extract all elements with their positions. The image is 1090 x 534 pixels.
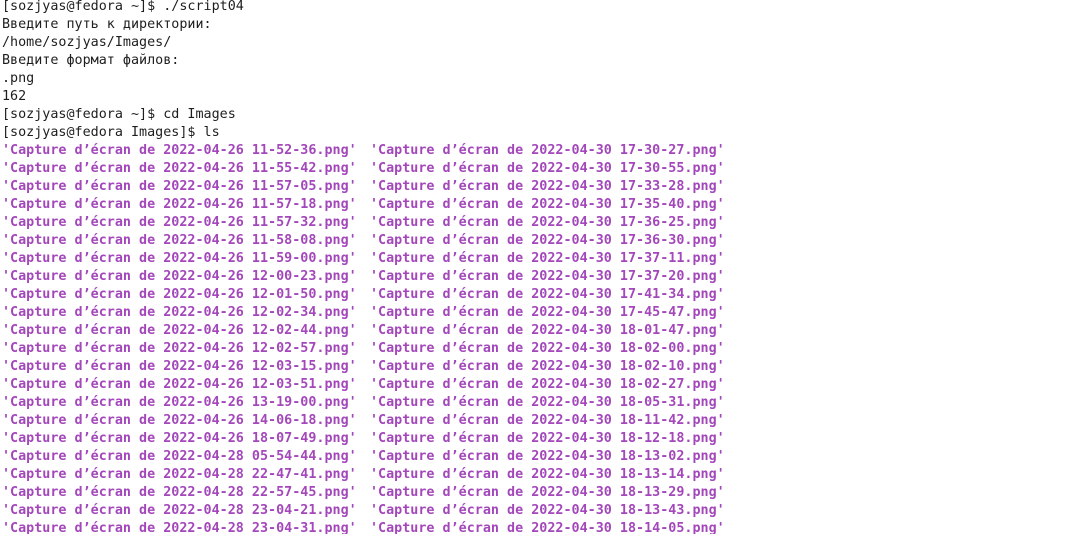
script-result-count: 162 bbox=[2, 89, 27, 104]
command-line-cd: [sozjyas@fedora ~]$ cd Images bbox=[2, 107, 236, 122]
file-name: 'Capture d’écran de 2022-04-30 17-36-30.… bbox=[370, 233, 725, 248]
prompt-directory-path: Введите путь к директории: bbox=[2, 17, 212, 32]
ls-row: 'Capture d’écran de 2022-04-28 05-54-44.… bbox=[2, 448, 1090, 466]
ls-row: 'Capture d’écran de 2022-04-26 12-00-23.… bbox=[2, 268, 1090, 286]
file-name: 'Capture d’écran de 2022-04-26 12-00-23.… bbox=[2, 269, 357, 284]
ls-row: 'Capture d’écran de 2022-04-26 13-19-00.… bbox=[2, 394, 1090, 412]
ls-row: 'Capture d’écran de 2022-04-26 11-55-42.… bbox=[2, 160, 1090, 178]
file-name: 'Capture d’écran de 2022-04-26 13-19-00.… bbox=[2, 395, 357, 410]
terminal-output: [sozjyas@fedora ~]$ ./script04 Введите п… bbox=[2, 0, 1090, 534]
file-name: 'Capture d’écran de 2022-04-30 17-30-27.… bbox=[370, 143, 725, 158]
command-line-ls: [sozjyas@fedora Images]$ ls bbox=[2, 125, 220, 140]
file-name: 'Capture d’écran de 2022-04-30 18-11-42.… bbox=[370, 413, 725, 428]
file-name: 'Capture d’écran de 2022-04-26 18-07-49.… bbox=[2, 431, 357, 446]
file-name: 'Capture d’écran de 2022-04-26 12-03-51.… bbox=[2, 377, 357, 392]
file-name: 'Capture d’écran de 2022-04-30 17-30-55.… bbox=[370, 161, 725, 176]
ls-row: 'Capture d’écran de 2022-04-26 11-52-36.… bbox=[2, 142, 1090, 160]
file-name: 'Capture d’écran de 2022-04-26 12-01-50.… bbox=[2, 287, 357, 302]
ls-row: 'Capture d’écran de 2022-04-26 12-02-34.… bbox=[2, 304, 1090, 322]
file-name: 'Capture d’écran de 2022-04-28 05-54-44.… bbox=[2, 449, 357, 464]
file-name: 'Capture d’écran de 2022-04-30 17-45-47.… bbox=[370, 305, 725, 320]
ls-row: 'Capture d’écran de 2022-04-26 14-06-18.… bbox=[2, 412, 1090, 430]
ls-row: 'Capture d’écran de 2022-04-28 23-04-21.… bbox=[2, 502, 1090, 520]
ls-row: 'Capture d’écran de 2022-04-26 11-57-18.… bbox=[2, 196, 1090, 214]
ls-row: 'Capture d’écran de 2022-04-26 18-07-49.… bbox=[2, 430, 1090, 448]
file-name: 'Capture d’écran de 2022-04-30 17-37-20.… bbox=[370, 269, 725, 284]
ls-output: 'Capture d’écran de 2022-04-26 11-52-36.… bbox=[2, 142, 1090, 534]
file-name: 'Capture d’écran de 2022-04-30 17-33-28.… bbox=[370, 179, 725, 194]
file-name: 'Capture d’écran de 2022-04-28 23-04-31.… bbox=[2, 521, 357, 534]
input-file-format: .png bbox=[2, 71, 35, 86]
ls-row: 'Capture d’écran de 2022-04-26 11-58-08.… bbox=[2, 232, 1090, 250]
file-name: 'Capture d’écran de 2022-04-26 11-52-36.… bbox=[2, 143, 357, 158]
input-directory-path: /home/sozjyas/Images/ bbox=[2, 35, 172, 50]
file-name: 'Capture d’écran de 2022-04-26 12-03-15.… bbox=[2, 359, 357, 374]
file-name: 'Capture d’écran de 2022-04-30 18-13-14.… bbox=[370, 467, 725, 482]
ls-row: 'Capture d’écran de 2022-04-26 12-01-50.… bbox=[2, 286, 1090, 304]
file-name: 'Capture d’écran de 2022-04-30 18-02-27.… bbox=[370, 377, 725, 392]
prompt-file-format: Введите формат файлов: bbox=[2, 53, 180, 68]
file-name: 'Capture d’écran de 2022-04-28 22-47-41.… bbox=[2, 467, 357, 482]
ls-row: 'Capture d’écran de 2022-04-28 23-04-31.… bbox=[2, 520, 1090, 534]
file-name: 'Capture d’écran de 2022-04-26 11-57-05.… bbox=[2, 179, 357, 194]
file-name: 'Capture d’écran de 2022-04-30 18-13-43.… bbox=[370, 503, 725, 518]
file-name: 'Capture d’écran de 2022-04-30 17-36-25.… bbox=[370, 215, 725, 230]
ls-row: 'Capture d’écran de 2022-04-26 11-57-32.… bbox=[2, 214, 1090, 232]
file-name: 'Capture d’écran de 2022-04-26 11-58-08.… bbox=[2, 233, 357, 248]
ls-row: 'Capture d’écran de 2022-04-26 12-03-51.… bbox=[2, 376, 1090, 394]
ls-row: 'Capture d’écran de 2022-04-28 22-57-45.… bbox=[2, 484, 1090, 502]
file-name: 'Capture d’écran de 2022-04-28 23-04-21.… bbox=[2, 503, 357, 518]
file-name: 'Capture d’écran de 2022-04-26 12-02-57.… bbox=[2, 341, 357, 356]
file-name: 'Capture d’écran de 2022-04-26 12-02-44.… bbox=[2, 323, 357, 338]
file-name: 'Capture d’écran de 2022-04-30 18-02-00.… bbox=[370, 341, 725, 356]
ls-row: 'Capture d’écran de 2022-04-28 22-47-41.… bbox=[2, 466, 1090, 484]
file-name: 'Capture d’écran de 2022-04-26 14-06-18.… bbox=[2, 413, 357, 428]
ls-row: 'Capture d’écran de 2022-04-26 12-03-15.… bbox=[2, 358, 1090, 376]
ls-row: 'Capture d’écran de 2022-04-26 11-57-05.… bbox=[2, 178, 1090, 196]
ls-row: 'Capture d’écran de 2022-04-26 11-59-00.… bbox=[2, 250, 1090, 268]
ls-row: 'Capture d’écran de 2022-04-26 12-02-44.… bbox=[2, 322, 1090, 340]
file-name: 'Capture d’écran de 2022-04-26 11-57-32.… bbox=[2, 215, 357, 230]
file-name: 'Capture d’écran de 2022-04-26 11-57-18.… bbox=[2, 197, 357, 212]
file-name: 'Capture d’écran de 2022-04-30 18-13-29.… bbox=[370, 485, 725, 500]
file-name: 'Capture d’écran de 2022-04-30 17-37-11.… bbox=[370, 251, 725, 266]
command-line-run-script: [sozjyas@fedora ~]$ ./script04 bbox=[2, 0, 244, 14]
terminal-window[interactable]: [sozjyas@fedora ~]$ ./script04 Введите п… bbox=[0, 0, 1090, 534]
file-name: 'Capture d’écran de 2022-04-30 18-01-47.… bbox=[370, 323, 725, 338]
file-name: 'Capture d’écran de 2022-04-30 18-13-02.… bbox=[370, 449, 725, 464]
file-name: 'Capture d’écran de 2022-04-30 18-12-18.… bbox=[370, 431, 725, 446]
file-name: 'Capture d’écran de 2022-04-28 22-57-45.… bbox=[2, 485, 357, 500]
file-name: 'Capture d’écran de 2022-04-30 18-02-10.… bbox=[370, 359, 725, 374]
file-name: 'Capture d’écran de 2022-04-30 18-05-31.… bbox=[370, 395, 725, 410]
ls-row: 'Capture d’écran de 2022-04-26 12-02-57.… bbox=[2, 340, 1090, 358]
file-name: 'Capture d’écran de 2022-04-30 17-41-34.… bbox=[370, 287, 725, 302]
file-name: 'Capture d’écran de 2022-04-26 12-02-34.… bbox=[2, 305, 357, 320]
file-name: 'Capture d’écran de 2022-04-30 18-14-05.… bbox=[370, 521, 725, 534]
file-name: 'Capture d’écran de 2022-04-26 11-59-00.… bbox=[2, 251, 357, 266]
file-name: 'Capture d’écran de 2022-04-26 11-55-42.… bbox=[2, 161, 357, 176]
file-name: 'Capture d’écran de 2022-04-30 17-35-40.… bbox=[370, 197, 725, 212]
